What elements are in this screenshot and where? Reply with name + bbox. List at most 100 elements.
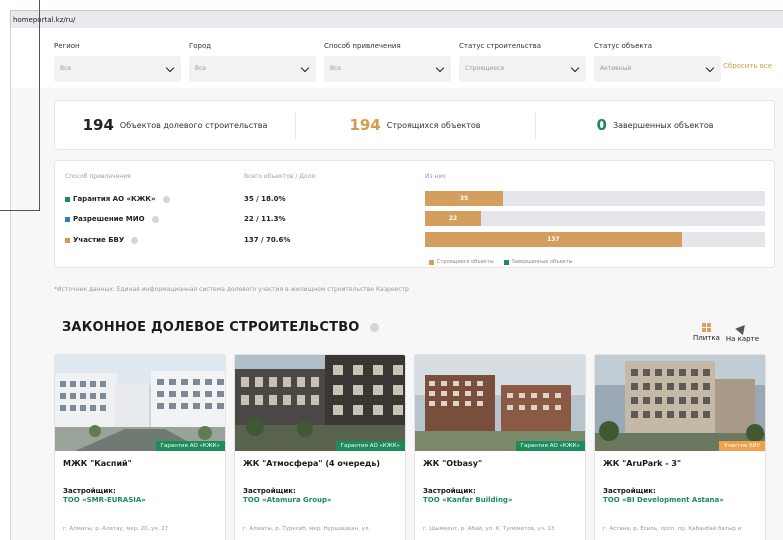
info-icon[interactable]	[162, 195, 170, 203]
developer-label: Застройщик:	[243, 487, 296, 495]
bar-fill: 22	[425, 211, 482, 226]
bar-track: 35	[425, 191, 765, 206]
legend-square-icon	[429, 259, 434, 265]
select-value: Активный	[600, 65, 632, 72]
stat-total: 194 Объектов долевого строительства	[55, 101, 295, 149]
bar-fill: 35	[425, 191, 504, 206]
divider	[0, 210, 40, 211]
section-title: ЗАКОННОЕ ДОЛЕВОЕ СТРОИТЕЛЬСТВО	[62, 320, 379, 335]
stat-completed: 0 Завершенных объектов	[535, 101, 775, 149]
method-row-value: 137 / 70.6%	[244, 236, 291, 244]
chart-legend: Строящиеся объекты Завершенные объекты	[429, 259, 573, 265]
divider	[39, 0, 40, 210]
legend-item: Завершенные объекты	[503, 259, 573, 265]
developer-name[interactable]: ТОО «Kanfar Building»	[423, 496, 512, 504]
section-title-text: ЗАКОННОЕ ДОЛЕВОЕ СТРОИТЕЛЬСТВО	[62, 320, 360, 335]
project-photo: Гарантия АО «КЖК»	[235, 355, 405, 451]
method-name: Участие БВУ	[73, 236, 125, 244]
object-status-select[interactable]: Активный	[594, 56, 721, 82]
project-address: г. Алматы, р. Алатау, мкр. 20, уч. 27	[63, 526, 169, 532]
chevron-down-icon	[300, 63, 310, 73]
filter-label: Город	[189, 42, 212, 50]
legend-label: Строящиеся объекты	[437, 259, 494, 265]
filter-city: Город Все	[189, 42, 316, 82]
project-name: ЖК "AruPark - 3"	[603, 459, 682, 468]
developer-name[interactable]: ТОО «Atamura Group»	[243, 496, 332, 504]
view-map-button[interactable]: На карте	[725, 321, 760, 343]
select-value: Все	[330, 65, 342, 72]
method-row-value: 22 / 11.3%	[244, 215, 286, 223]
filter-label: Регион	[54, 42, 80, 50]
grid-icon	[701, 323, 711, 332]
filter-object-status: Статус объекта Активный	[594, 42, 721, 82]
info-icon[interactable]	[151, 215, 159, 223]
legend-square-icon	[503, 259, 509, 265]
project-card[interactable]: Гарантия АО «КЖК» МЖК "Каспий" Застройщи…	[54, 354, 226, 540]
developer-label: Застройщик:	[423, 487, 476, 495]
filter-label: Статус строительства	[459, 42, 542, 50]
reset-filters-link[interactable]: Сбросить все	[723, 62, 772, 70]
developer-name[interactable]: ТОО «SMR-EURASIA»	[63, 496, 146, 504]
city-select[interactable]: Все	[189, 56, 316, 82]
legend-label: Завершенные объекты	[511, 259, 573, 265]
stat-label: Строящихся объектов	[386, 120, 481, 130]
stats-panel: 194 Объектов долевого строительства 194 …	[54, 100, 775, 150]
project-card[interactable]: Участие БВУ ЖК "AruPark - 3" Застройщик:…	[594, 354, 766, 540]
source-note: *Источник данных: Единая информационная …	[54, 286, 409, 293]
stat-label: Объектов долевого строительства	[119, 120, 268, 130]
info-icon[interactable]	[369, 323, 379, 332]
project-photo: Гарантия АО «КЖК»	[415, 355, 585, 451]
view-switcher: Плитка На карте	[693, 321, 760, 343]
developer-label: Застройщик:	[603, 487, 656, 495]
project-name: МЖК "Каспий"	[63, 459, 132, 468]
project-address: г. Астана, р. Есиль, прсп. пр. Қабанбай …	[603, 526, 742, 532]
project-card[interactable]: Гарантия АО «КЖК» ЖК "Атмосфера" (4 очер…	[234, 354, 406, 540]
project-photo: Гарантия АО «КЖК»	[55, 355, 225, 451]
color-square-icon	[65, 196, 70, 202]
distribution-panel: Способ привлечения Всего объектов / Доля…	[54, 160, 775, 268]
filter-label: Статус объекта	[594, 42, 652, 50]
view-label: На карте	[725, 335, 760, 343]
color-square-icon	[65, 216, 70, 222]
region-select[interactable]: Все	[54, 56, 181, 82]
project-card[interactable]: Гарантия АО «КЖК» ЖК "Otbasy" Застройщик…	[414, 354, 586, 540]
method-select[interactable]: Все	[324, 56, 451, 82]
stat-number: 0	[596, 116, 607, 134]
browser-frame: homeportal.kz/ru/ Регион Все Город Все С…	[0, 0, 783, 540]
chevron-down-icon	[705, 63, 715, 73]
address-bar[interactable]: homeportal.kz/ru/	[10, 10, 783, 28]
select-value: Все	[195, 65, 207, 72]
view-tiles-button[interactable]: Плитка	[693, 323, 720, 343]
select-value: Все	[60, 65, 72, 72]
filter-label: Способ привлечения	[324, 42, 401, 50]
status-badge: Участие БВУ	[719, 441, 765, 451]
stat-label: Завершенных объектов	[612, 120, 714, 130]
bar-fill: 137	[425, 232, 682, 247]
developer-name[interactable]: ТОО «BI Development Astana»	[603, 496, 724, 504]
chevron-down-icon	[165, 63, 175, 73]
method-row-name: Гарантия АО «КЖК»	[65, 195, 170, 203]
stat-number: 194	[82, 116, 114, 134]
info-icon[interactable]	[131, 236, 139, 244]
filter-method: Способ привлечения Все	[324, 42, 451, 82]
method-row-name: Участие БВУ	[65, 236, 139, 244]
project-address: г. Шымкент, р. Абай, ул. К. Тулеметов, у…	[423, 526, 555, 532]
column-header-method: Способ привлечения	[65, 173, 131, 180]
method-name: Разрешение МИО	[73, 215, 145, 223]
filter-region: Регион Все	[54, 42, 181, 82]
column-header-of-which: Из них	[425, 173, 446, 180]
navigation-arrow-icon	[735, 321, 750, 336]
project-name: ЖК "Otbasy"	[423, 459, 483, 468]
method-name: Гарантия АО «КЖК»	[73, 195, 156, 203]
construction-status-select[interactable]: Строящиеся	[459, 56, 586, 82]
page-content: Регион Все Город Все Способ привлечения …	[10, 28, 783, 540]
chevron-down-icon	[435, 63, 445, 73]
filter-construction-status: Статус строительства Строящиеся	[459, 42, 586, 82]
bar-track: 22	[425, 211, 765, 226]
status-badge: Гарантия АО «КЖК»	[515, 441, 585, 451]
column-header-total: Всего объектов / Доля	[244, 173, 316, 180]
select-value: Строящиеся	[465, 65, 504, 72]
project-address: г. Алматы, р. Турксиб, мкр. Нуршашкан, у…	[243, 526, 371, 532]
filter-bar: Регион Все Город Все Способ привлечения …	[11, 28, 783, 88]
color-square-icon	[65, 237, 70, 243]
